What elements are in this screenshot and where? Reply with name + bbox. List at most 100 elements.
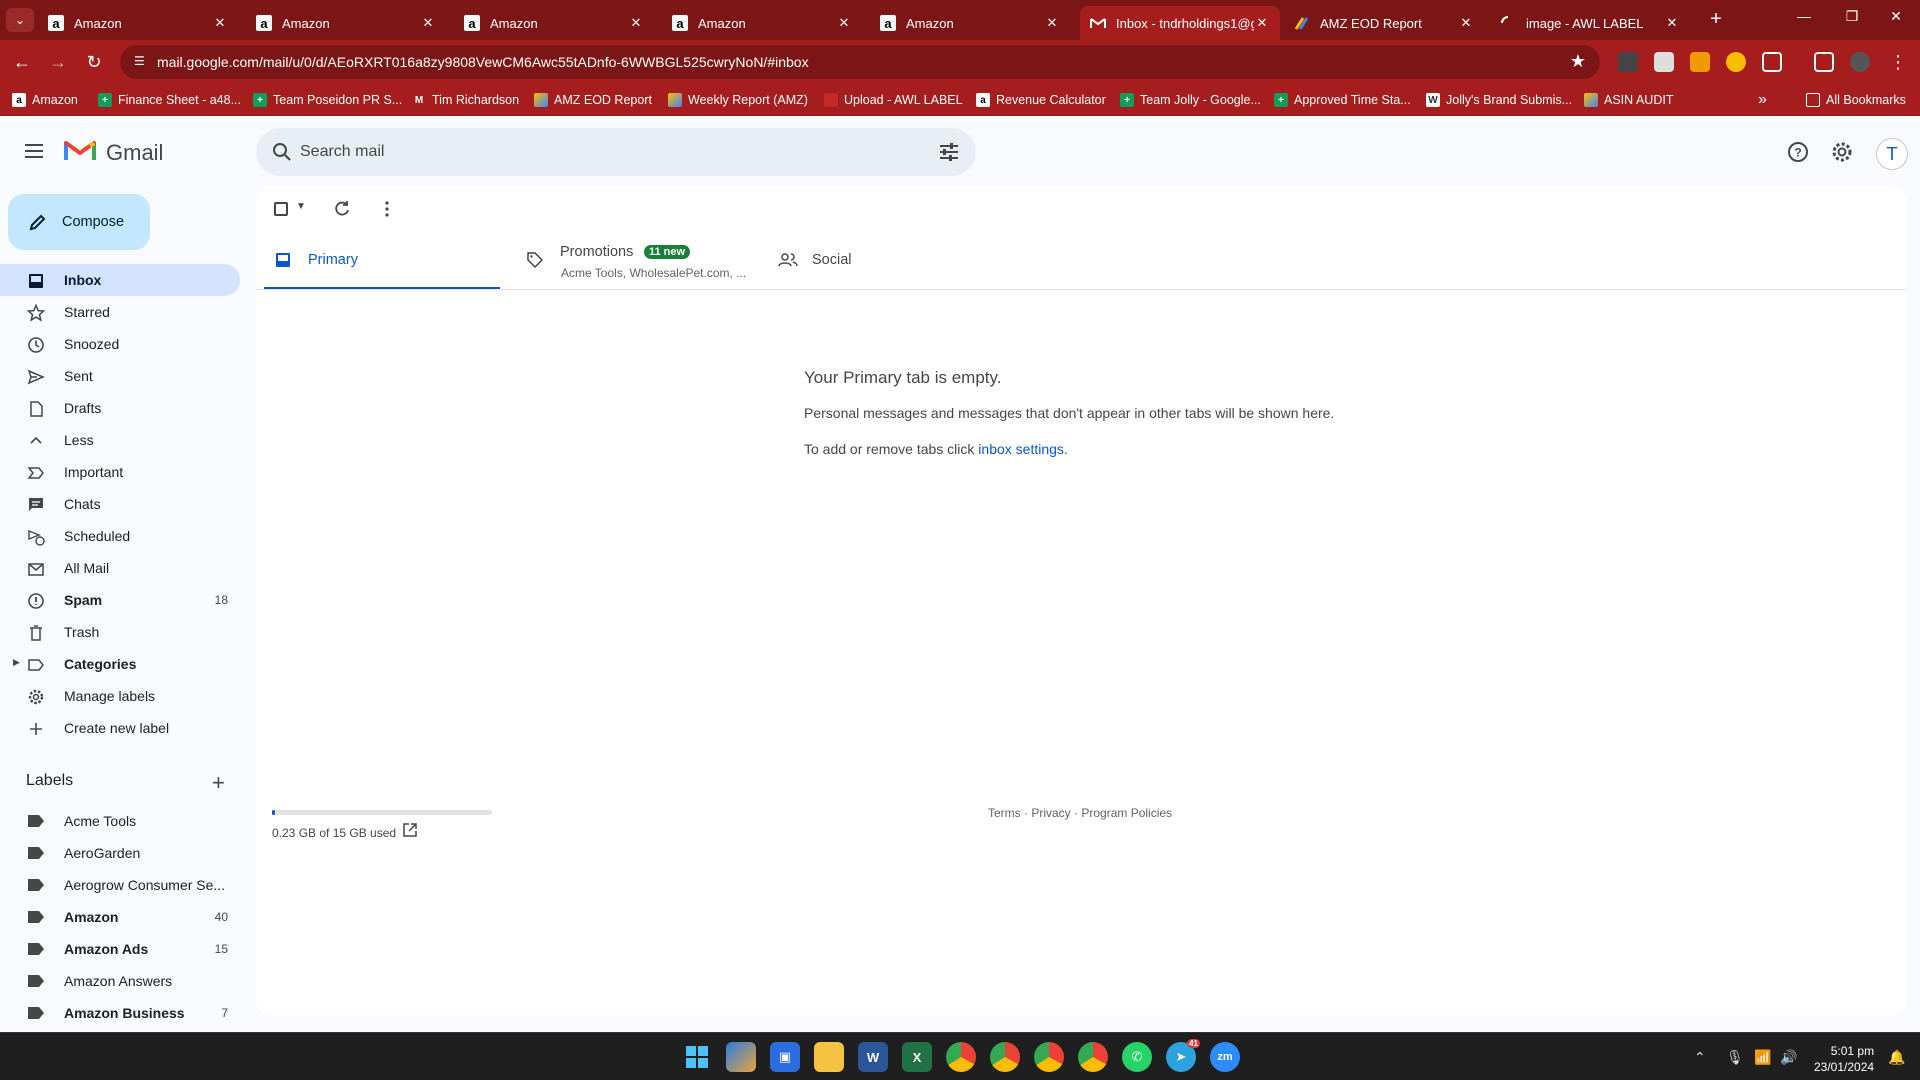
bookmark-item[interactable]: + Team Poseidon PR S...	[253, 91, 402, 109]
bookmark-item[interactable]: W Jolly's Brand Submis...	[1426, 91, 1572, 109]
extension-qr-icon[interactable]	[1654, 52, 1674, 72]
sidebar-item-starred[interactable]: Starred	[0, 296, 240, 328]
bookmark-item[interactable]: + Finance Sheet - a48...	[98, 91, 241, 109]
browser-tab[interactable]: a Amazon ✕	[662, 6, 862, 40]
address-bar[interactable]: ☰ mail.google.com/mail/u/0/d/AEoRXRT016a…	[120, 45, 1600, 79]
sidebar-item-less[interactable]: Less	[0, 424, 240, 456]
label-item[interactable]: Aerogrow Consumer Se...	[0, 869, 240, 901]
tab-primary[interactable]: Primary	[264, 232, 500, 290]
file-explorer-icon[interactable]	[814, 1042, 844, 1072]
label-item[interactable]: Amazon 40	[0, 901, 240, 933]
browser-tab[interactable]: a Amazon ✕	[454, 6, 654, 40]
refresh-icon[interactable]	[332, 199, 352, 224]
side-panel-icon[interactable]	[1814, 52, 1834, 72]
back-button[interactable]: ←	[10, 50, 34, 74]
sidebar-item-all-mail[interactable]: All Mail	[0, 552, 240, 584]
bookmark-item[interactable]: + Team Jolly - Google...	[1120, 91, 1261, 109]
browser-tab[interactable]: a Amazon ✕	[246, 6, 446, 40]
label-item[interactable]: Amazon Ads 15	[0, 933, 240, 965]
label-item[interactable]: Acme Tools	[0, 805, 240, 837]
telegram-icon[interactable]: ➤ 41	[1166, 1039, 1200, 1072]
close-icon[interactable]: ✕	[628, 15, 644, 31]
sidebar-item-categories[interactable]: ▶ Categories	[0, 648, 240, 680]
sidebar-item-snoozed[interactable]: Snoozed	[0, 328, 240, 360]
sidebar-item-create-label[interactable]: Create new label	[0, 712, 240, 744]
site-info-icon[interactable]: ☰	[134, 54, 150, 70]
system-clock[interactable]: 5:01 pm 23/01/2024	[1814, 1043, 1874, 1075]
browser-menu-icon[interactable]: ⋮	[1886, 50, 1910, 74]
sidebar-item-inbox[interactable]: Inbox	[0, 264, 240, 296]
bookmark-item[interactable]: AMZ EOD Report	[534, 91, 652, 109]
add-label-button[interactable]: +	[212, 770, 225, 796]
tab-promotions[interactable]: Promotions	[516, 232, 752, 290]
label-item[interactable]: AeroGarden	[0, 837, 240, 869]
compose-button[interactable]: Compose	[8, 194, 150, 250]
account-avatar[interactable]: T	[1876, 138, 1908, 170]
gear-icon[interactable]	[1830, 140, 1854, 164]
help-icon[interactable]: ?	[1786, 140, 1810, 164]
all-bookmarks-button[interactable]: All Bookmarks	[1806, 91, 1906, 109]
program-policies-link[interactable]: Program Policies	[1081, 806, 1172, 820]
close-icon[interactable]: ✕	[1254, 15, 1270, 31]
sidebar-item-chats[interactable]: Chats	[0, 488, 240, 520]
more-options-icon[interactable]	[378, 200, 396, 223]
label-item[interactable]: Amazon Business 7	[0, 997, 240, 1029]
inbox-settings-link[interactable]: inbox settings	[978, 441, 1064, 457]
profile-icon[interactable]	[1850, 52, 1870, 72]
extensions-puzzle-icon[interactable]	[1762, 52, 1782, 72]
bookmark-item[interactable]: a Amazon	[12, 91, 78, 109]
bookmark-item[interactable]: + Approved Time Sta...	[1274, 91, 1411, 109]
close-icon[interactable]: ✕	[1458, 15, 1474, 31]
search-input[interactable]: Search mail	[300, 143, 384, 161]
url-text[interactable]: mail.google.com/mail/u/0/d/AEoRXRT016a8z…	[157, 54, 809, 70]
wifi-icon[interactable]: 📶	[1754, 1049, 1771, 1066]
zoom-icon[interactable]: zm	[1210, 1042, 1240, 1072]
gmail-logo-icon[interactable]	[64, 138, 96, 164]
privacy-link[interactable]: Privacy	[1031, 806, 1070, 820]
close-icon[interactable]: ✕	[1664, 15, 1680, 31]
main-menu-icon[interactable]	[22, 140, 46, 164]
sidebar-item-trash[interactable]: Trash	[0, 616, 240, 648]
chrome-icon[interactable]	[990, 1042, 1020, 1072]
sidebar-item-manage-labels[interactable]: Manage labels	[0, 680, 240, 712]
window-close-button[interactable]: ✕	[1876, 8, 1916, 25]
search-bar[interactable]: Search mail	[256, 128, 976, 176]
bookmarks-overflow-button[interactable]: »	[1758, 91, 1767, 109]
close-icon[interactable]: ✕	[836, 15, 852, 31]
chrome-icon[interactable]	[1034, 1042, 1064, 1072]
chrome-icon[interactable]	[1078, 1042, 1108, 1072]
search-options-icon[interactable]	[938, 141, 960, 168]
tab-search-button[interactable]: ⌄	[6, 8, 34, 32]
browser-tab[interactable]: image - AWL LABEL ✕	[1490, 6, 1690, 40]
bookmark-item[interactable]: ASIN AUDIT	[1584, 91, 1673, 109]
forward-button[interactable]: →	[46, 50, 70, 74]
windows-start-icon[interactable]	[682, 1042, 712, 1072]
sidebar-item-drafts[interactable]: Drafts	[0, 392, 240, 424]
browser-tab-active[interactable]: Inbox - tndrholdings1@g ✕	[1080, 6, 1280, 40]
bookmark-item[interactable]: Upload - AWL LABEL	[824, 91, 963, 109]
copilot-icon[interactable]	[726, 1042, 756, 1072]
microphone-icon[interactable]: 🎙	[1726, 1049, 1744, 1066]
sidebar-item-spam[interactable]: Spam 18	[0, 584, 240, 616]
label-item[interactable]: Amazon Answers	[0, 965, 240, 997]
word-icon[interactable]: W	[858, 1042, 888, 1072]
restore-button[interactable]: ❐	[1832, 8, 1872, 25]
bookmark-item[interactable]: M Tim Richardson	[412, 91, 519, 109]
new-tab-button[interactable]: +	[1704, 8, 1728, 31]
tray-overflow-icon[interactable]: ⌃	[1694, 1049, 1706, 1066]
chrome-icon[interactable]	[946, 1042, 976, 1072]
sidebar-item-important[interactable]: Important	[0, 456, 240, 488]
sidebar-item-scheduled[interactable]: Scheduled	[0, 520, 240, 552]
extension-color-icon[interactable]	[1726, 52, 1746, 72]
close-icon[interactable]: ✕	[420, 15, 436, 31]
minimize-button[interactable]: —	[1784, 8, 1824, 24]
close-icon[interactable]: ✕	[212, 15, 228, 31]
store-icon[interactable]: ▣	[770, 1042, 800, 1072]
terms-link[interactable]: Terms	[988, 806, 1021, 820]
open-in-new-icon[interactable]	[402, 822, 418, 843]
expand-arrow-icon[interactable]: ▶	[13, 657, 20, 668]
search-icon[interactable]	[270, 140, 294, 169]
whatsapp-icon[interactable]: ✆	[1122, 1042, 1152, 1072]
browser-tab[interactable]: a Amazon ✕	[870, 6, 1070, 40]
browser-tab[interactable]: a Amazon ✕	[38, 6, 238, 40]
